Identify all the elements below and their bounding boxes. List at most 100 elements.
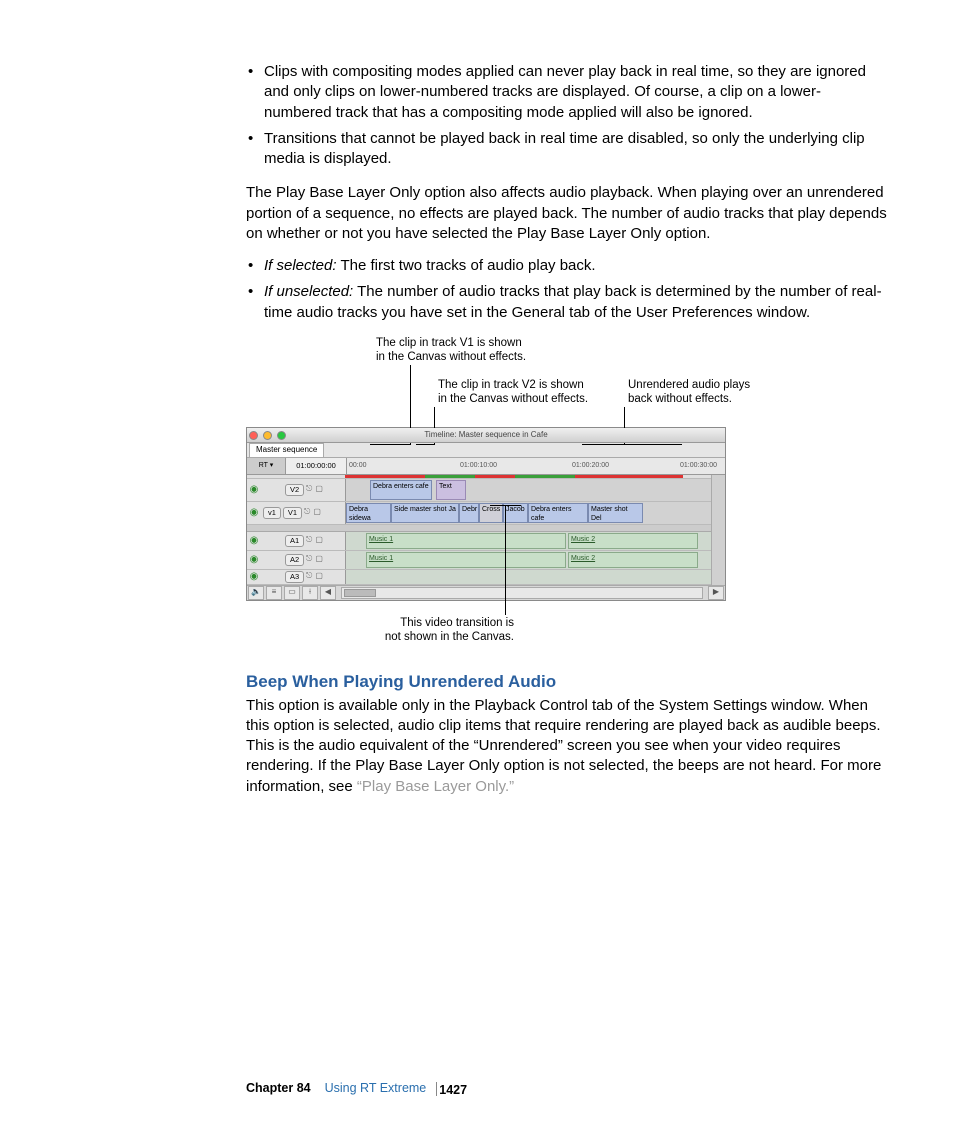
lock-icon[interactable]: ⎋ (304, 571, 314, 582)
ruler-row: RT ▾ 01:00:00:00 00:00 01:00:10:00 01:00… (247, 458, 725, 475)
track-label[interactable]: A2 (285, 554, 304, 566)
time-ruler[interactable]: 00:00 01:00:10:00 01:00:20:00 01:00:30:0… (347, 458, 725, 474)
scroll-right-icon[interactable]: ▶ (708, 586, 724, 600)
clip-transition[interactable]: Cross (479, 503, 503, 523)
track-header: ◉ A2 ⎋ ▢ (247, 551, 346, 569)
track-row-a2: ◉ A2 ⎋ ▢ Music 1 Music 2 (247, 551, 711, 570)
render-seg-green (425, 475, 475, 478)
sequence-tab[interactable]: Master sequence (249, 443, 324, 457)
callouts-bottom: This video transition is not shown in th… (246, 601, 786, 649)
bullet-rest: The first two tracks of audio play back. (337, 257, 596, 274)
scroll-thumb[interactable] (344, 589, 376, 597)
callout-line: in the Canvas without effects. (438, 393, 588, 405)
timecode-field[interactable]: 01:00:00:00 (286, 458, 347, 474)
callout-line: This video transition is (400, 617, 514, 629)
callout-line: The clip in track V2 is shown (438, 379, 584, 391)
track-lane[interactable]: Debra enters cafe Text (346, 479, 711, 501)
visibility-icon[interactable]: ◉ (247, 483, 261, 497)
ruler-tick: 00:00 (349, 461, 367, 470)
callout-line: in the Canvas without effects. (376, 351, 526, 363)
audible-icon[interactable]: ◉ (247, 553, 261, 567)
clip-v2-2[interactable]: Text (436, 480, 466, 500)
track-header: ◉ A1 ⎋ ▢ (247, 532, 346, 550)
clip-audio[interactable]: Music 1 (366, 552, 566, 568)
callouts-top: The clip in track V1 is shown in the Can… (246, 337, 786, 427)
clip-audio[interactable]: Music 2 (568, 552, 698, 568)
chapter-title: Using RT Extreme (325, 1080, 427, 1097)
timeline-footer: 🔈 ≡ ▭ ⟊ ◀ ▶ (247, 585, 725, 600)
timeline-left: ◉ V2 ⎋ ▢ Debra enters cafe Text (247, 475, 711, 585)
auto-select-icon[interactable]: ▢ (314, 554, 324, 565)
auto-select-icon[interactable]: ▢ (314, 571, 324, 582)
clip-v1[interactable]: Jacob (503, 503, 528, 523)
bullet-list-top: Clips with compositing modes applied can… (246, 62, 888, 169)
auto-select-icon[interactable]: ▢ (312, 507, 322, 518)
clip-v1[interactable]: Debr (459, 503, 479, 523)
track-label[interactable]: A3 (285, 571, 304, 583)
callout-line: The clip in track V1 is shown (376, 337, 522, 349)
zoom-slider-icon[interactable]: ⟊ (302, 586, 318, 600)
callout-line: not shown in the Canvas. (385, 631, 514, 643)
mute-icon[interactable]: 🔈 (248, 586, 264, 600)
horizontal-scrollbar[interactable] (341, 587, 703, 599)
auto-select-icon[interactable]: ▢ (314, 484, 324, 495)
lock-icon[interactable]: ⎋ (304, 535, 314, 546)
render-seg-red (475, 475, 515, 478)
body-text-lower: Beep When Playing Unrendered Audio This … (246, 671, 888, 797)
track-lane[interactable]: Music 1 Music 2 (346, 551, 711, 569)
chapter-label: Chapter 84 (246, 1080, 311, 1097)
track-lane[interactable]: Music 1 Music 2 (346, 532, 711, 550)
clip-audio[interactable]: Music 2 (568, 533, 698, 549)
clip-v1[interactable]: Side master shot Ja (391, 503, 459, 523)
ruler-tick: 01:00:20:00 (572, 461, 609, 470)
ruler-tick: 01:00:30:00 (680, 461, 717, 470)
source-label[interactable]: v1 (263, 507, 281, 519)
bullet-lead: If unselected: (264, 283, 353, 300)
ruler-tick: 01:00:10:00 (460, 461, 497, 470)
lock-icon[interactable]: ⎋ (304, 554, 314, 565)
track-row-v1: ◉ v1 V1 ⎋ ▢ Debra sidewa Side master sho… (247, 502, 711, 525)
timeline-body: ◉ V2 ⎋ ▢ Debra enters cafe Text (247, 475, 725, 585)
render-seg-red (345, 475, 425, 478)
audible-icon[interactable]: ◉ (247, 570, 261, 584)
clip-v1[interactable]: Debra enters cafe (528, 503, 588, 523)
callout-audio: Unrendered audio plays back without effe… (628, 379, 750, 407)
toggle-clip-overlays-icon[interactable]: ≡ (266, 586, 282, 600)
rt-popup[interactable]: RT ▾ (247, 458, 286, 474)
audible-icon[interactable]: ◉ (247, 534, 261, 548)
track-label[interactable]: A1 (285, 535, 304, 547)
track-lane[interactable] (346, 570, 711, 584)
render-seg-red (575, 475, 683, 478)
vertical-scrollbar[interactable] (711, 475, 725, 585)
callout-line: Unrendered audio plays (628, 379, 750, 391)
leader-line (490, 505, 521, 506)
paragraph: The Play Base Layer Only option also aff… (246, 183, 888, 244)
clip-audio[interactable]: Music 1 (366, 533, 566, 549)
callout-line: back without effects. (628, 393, 732, 405)
track-header: ◉ v1 V1 ⎋ ▢ (247, 502, 346, 524)
bullet-text: Clips with compositing modes applied can… (264, 63, 866, 121)
section-heading: Beep When Playing Unrendered Audio (246, 671, 888, 694)
bullet-item: Clips with compositing modes applied can… (246, 62, 888, 123)
clip-v1[interactable]: Debra sidewa (346, 503, 391, 523)
auto-select-icon[interactable]: ▢ (314, 535, 324, 546)
lock-icon[interactable]: ⎋ (304, 484, 314, 495)
track-height-icon[interactable]: ▭ (284, 586, 300, 600)
visibility-icon[interactable]: ◉ (247, 506, 261, 520)
page-number: 1427 (436, 1082, 467, 1096)
paragraph: This option is available only in the Pla… (246, 696, 888, 797)
track-label[interactable]: V1 (283, 507, 302, 519)
clip-v2-1[interactable]: Debra enters cafe (370, 480, 432, 500)
track-lane[interactable]: Debra sidewa Side master shot Ja Debr Cr… (346, 502, 711, 524)
page: Clips with compositing modes applied can… (0, 0, 954, 1145)
page-footer: Chapter 84 Using RT Extreme 1427 (66, 1080, 888, 1097)
bullet-item: If selected: The first two tracks of aud… (246, 256, 888, 276)
clip-v1[interactable]: Master shot Del (588, 503, 643, 523)
lock-icon[interactable]: ⎋ (302, 507, 312, 518)
track-label[interactable]: V2 (285, 484, 304, 496)
cross-reference-link[interactable]: “Play Base Layer Only.” (357, 778, 514, 795)
window-title: Timeline: Master sequence in Cafe (247, 430, 725, 441)
leader-line (370, 444, 410, 445)
bullet-text: Transitions that cannot be played back i… (264, 130, 865, 167)
scroll-left-icon[interactable]: ◀ (320, 586, 336, 600)
